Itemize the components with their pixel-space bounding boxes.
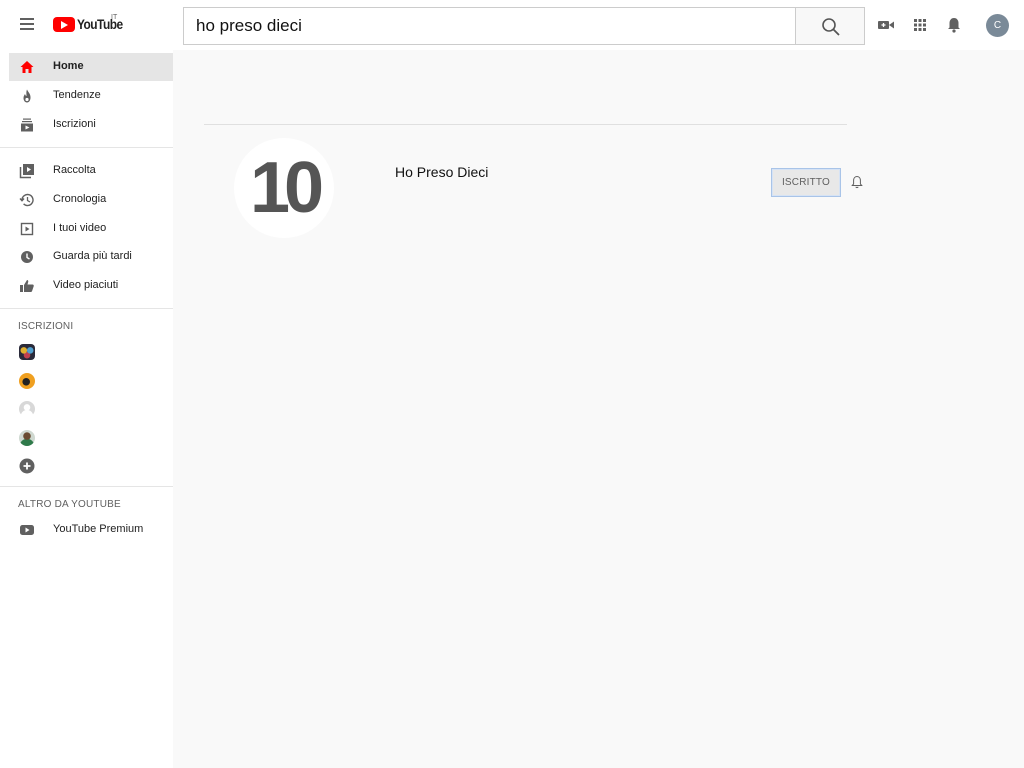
subscription-channel-avatar[interactable]	[19, 401, 35, 417]
sidebar-item-label: YouTube Premium	[53, 523, 144, 535]
sidebar-item-youtube-premium[interactable]: YouTube Premium	[9, 516, 173, 544]
subscribed-button[interactable]: ISCRITTO	[771, 168, 841, 197]
channel-avatar[interactable]: 10	[234, 138, 334, 238]
history-icon	[19, 193, 34, 207]
sidebar-item-label: Guarda più tardi	[53, 250, 132, 262]
apps-grid-icon[interactable]	[911, 16, 929, 34]
watch-later-icon	[21, 251, 33, 263]
subscription-channel-avatar[interactable]	[19, 373, 35, 389]
search-results: 10 Ho Preso Dieci ISCRITTO	[173, 50, 1024, 768]
sidebar-item-history[interactable]: Cronologia	[9, 186, 173, 214]
thumbs-up-icon	[20, 280, 34, 292]
sidebar-item-label: Cronologia	[53, 193, 107, 205]
bell-icon[interactable]	[945, 16, 963, 34]
youtube-play-icon	[53, 17, 75, 32]
masthead: YouTube IT C	[0, 0, 1024, 50]
youtube-logo[interactable]: YouTube IT	[53, 14, 131, 34]
account-avatar[interactable]: C	[986, 14, 1009, 37]
youtube-premium-icon	[20, 525, 34, 535]
search-button[interactable]	[795, 7, 865, 45]
sidebar-item-your-videos[interactable]: I tuoi video	[9, 215, 173, 243]
subscriptions-section-title: ISCRIZIONI	[18, 321, 74, 332]
channel-avatar-text: 10	[249, 148, 324, 228]
channel-title[interactable]: Ho Preso Dieci	[395, 164, 488, 180]
subscription-channel-avatar[interactable]	[19, 430, 35, 446]
sidebar-item-label: Home	[53, 60, 84, 72]
subscriptions-icon	[21, 118, 33, 132]
sidebar-item-watch-later[interactable]: Guarda più tardi	[9, 243, 173, 271]
sidebar-item-label: Tendenze	[53, 89, 101, 101]
sidebar-item-trending[interactable]: Tendenze	[9, 82, 173, 110]
your-videos-icon	[20, 222, 34, 236]
menu-icon[interactable]	[16, 15, 38, 35]
sidebar-divider	[0, 486, 173, 487]
sidebar-item-label: Raccolta	[53, 164, 96, 176]
video-camera-icon[interactable]	[877, 16, 895, 34]
logo-region: IT	[111, 14, 118, 21]
search-box	[183, 7, 796, 45]
sidebar-divider	[0, 308, 173, 309]
results-divider	[204, 124, 847, 125]
search-icon	[822, 18, 840, 36]
sidebar-item-label: Video piaciuti	[53, 279, 119, 291]
search-input[interactable]	[184, 8, 796, 44]
subscription-channel-avatar[interactable]	[19, 344, 35, 360]
sidebar-item-home[interactable]: Home	[9, 53, 173, 81]
sidebar-divider	[0, 147, 173, 148]
home-icon	[20, 61, 34, 73]
browse-channels-plus-icon[interactable]	[19, 458, 35, 474]
sidebar-item-liked-videos[interactable]: Video piaciuti	[9, 272, 173, 300]
sidebar-item-library[interactable]: Raccolta	[9, 157, 173, 185]
sidebar-item-label: I tuoi video	[53, 222, 107, 234]
library-icon	[19, 164, 34, 179]
notification-bell-icon[interactable]	[850, 175, 864, 189]
sidebar-item-label: Iscrizioni	[53, 118, 96, 130]
sidebar-item-subscriptions[interactable]: Iscrizioni	[9, 111, 173, 139]
flame-icon	[23, 89, 31, 103]
more-from-youtube-title: ALTRO DA YOUTUBE	[18, 499, 121, 510]
sidebar: Home Tendenze Iscrizioni Raccolta Cronol…	[0, 50, 173, 768]
